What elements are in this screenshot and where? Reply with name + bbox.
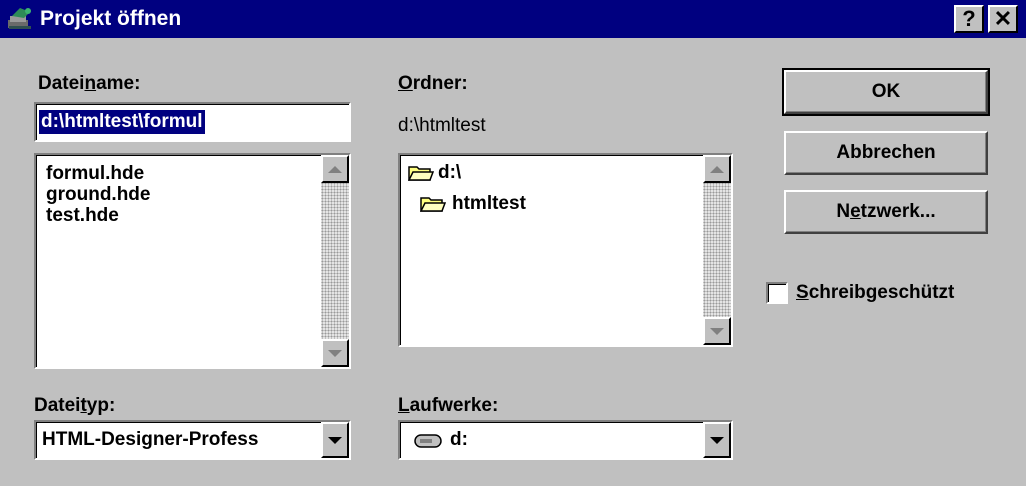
- hard-drive-icon: [414, 434, 442, 448]
- filename-label: Dateiname:: [38, 72, 140, 96]
- readonly-label-accesskey: S: [796, 282, 809, 303]
- drives-label-text: aufwerke:: [409, 395, 499, 416]
- open-folder-icon: [408, 166, 434, 181]
- scroll-down-icon: [710, 327, 724, 335]
- filename-input-value[interactable]: d:\htmltest\formul: [39, 110, 205, 134]
- folder-tree-item-htmltest[interactable]: htmltest: [452, 193, 526, 215]
- window-title: Projekt öffnen: [40, 7, 182, 30]
- filetype-label-text: Datei: [34, 395, 81, 416]
- filetype-label: Dateityp:: [34, 394, 115, 418]
- scroll-down-icon: [328, 349, 342, 357]
- folder-label-text: rdner:: [412, 73, 468, 94]
- folder-label: Ordner:: [398, 72, 468, 96]
- scroll-up-icon: [328, 165, 342, 173]
- folder-tree-item-root[interactable]: d:\: [438, 162, 461, 184]
- help-button[interactable]: ?: [954, 5, 984, 33]
- network-button-text-end: tzwerk...: [860, 201, 936, 222]
- filename-label-text-end: ame:: [96, 73, 141, 94]
- title-bar[interactable]: Projekt öffnen ? ✕: [0, 0, 1026, 38]
- filename-input[interactable]: d:\htmltest\formul: [34, 102, 351, 142]
- scroll-up-icon: [710, 165, 724, 173]
- file-list[interactable]: formul.hde ground.hde test.hde: [34, 153, 351, 369]
- chevron-down-icon: [328, 436, 342, 444]
- network-button-accesskey: e: [850, 201, 861, 222]
- open-project-dialog: Projekt öffnen ? ✕ Dateiname: d:\htmltes…: [0, 0, 1026, 486]
- ok-button[interactable]: OK: [782, 68, 990, 116]
- current-folder-path: d:\htmltest: [398, 115, 486, 136]
- drives-label-accesskey: L: [398, 395, 410, 416]
- chevron-down-icon: [710, 436, 724, 444]
- filename-label-accesskey: n: [84, 73, 97, 94]
- network-button-text: N: [836, 201, 851, 222]
- folder-tree-scroll-down-button[interactable]: [703, 317, 731, 345]
- filetype-label-text-end: yp:: [86, 395, 116, 416]
- readonly-label[interactable]: Schreibgeschützt: [796, 281, 954, 305]
- drives-select[interactable]: d:: [398, 420, 733, 460]
- filetype-select-value: HTML-Designer-Profess: [42, 429, 259, 450]
- drives-dropdown-button[interactable]: [703, 422, 731, 458]
- file-list-scroll-up-button[interactable]: [321, 155, 349, 183]
- readonly-label-text: chreibgeschützt: [808, 282, 955, 303]
- file-list-scroll-down-button[interactable]: [321, 339, 349, 367]
- close-button[interactable]: ✕: [988, 5, 1018, 33]
- file-list-item[interactable]: formul.hde: [46, 163, 144, 185]
- cancel-button[interactable]: Abbrechen: [784, 131, 988, 175]
- folder-tree-scrollbar[interactable]: [703, 155, 731, 345]
- open-folder-icon: [420, 197, 446, 212]
- filename-label-text: Datei: [38, 73, 85, 94]
- readonly-checkbox[interactable]: [766, 282, 788, 304]
- network-button[interactable]: Ne tzwerk...: [784, 190, 988, 234]
- drives-label: Laufwerke:: [398, 394, 498, 418]
- filetype-dropdown-button[interactable]: [321, 422, 349, 458]
- drives-select-value: d:: [450, 429, 468, 450]
- file-list-item[interactable]: test.hde: [46, 205, 119, 227]
- folder-tree-scroll-up-button[interactable]: [703, 155, 731, 183]
- filetype-select[interactable]: HTML-Designer-Profess: [34, 420, 351, 460]
- app-icon: [8, 8, 31, 29]
- folder-tree[interactable]: d:\ htmltest: [398, 153, 733, 347]
- file-list-item[interactable]: ground.hde: [46, 184, 150, 206]
- folder-label-accesskey: O: [398, 73, 413, 94]
- file-list-scrollbar[interactable]: [321, 155, 349, 367]
